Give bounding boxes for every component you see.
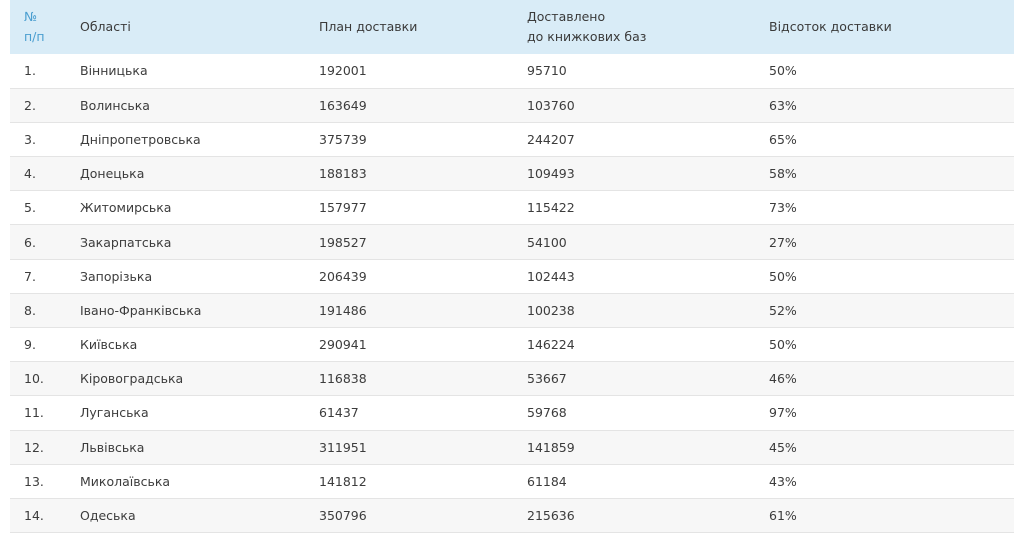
cell-region: Київська <box>80 337 138 353</box>
column-header-number: № п/п <box>10 0 68 54</box>
table-row: 8. Івано-Франківська 191486 100238 52% <box>10 293 1014 328</box>
cell-number: 8. <box>24 302 36 318</box>
cell-percent: 43% <box>769 473 797 489</box>
table-row: 2. Волинська 163649 103760 63% <box>10 88 1014 123</box>
cell-delivered: 103760 <box>527 97 575 113</box>
cell-number: 2. <box>24 97 36 113</box>
cell-region: Одеська <box>80 508 136 524</box>
cell-region: Кіровоградська <box>80 371 184 387</box>
column-header-delivered: Доставлено до книжкових баз <box>515 0 757 54</box>
table-row: 13. Миколаївська 141812 61184 43% <box>10 464 1014 499</box>
cell-percent: 63% <box>769 97 797 113</box>
cell-plan: 191486 <box>319 302 367 318</box>
cell-delivered: 141859 <box>527 439 575 455</box>
cell-percent: 27% <box>769 234 797 250</box>
table-row: 11. Луганська 61437 59768 97% <box>10 395 1014 431</box>
cell-region: Закарпатська <box>80 234 172 250</box>
cell-percent: 61% <box>769 508 797 524</box>
cell-plan: 290941 <box>319 337 367 353</box>
cell-plan: 163649 <box>319 97 367 113</box>
table-row: 5. Житомирська 157977 115422 73% <box>10 190 1014 225</box>
column-header-region: Області <box>80 19 131 34</box>
cell-percent: 58% <box>769 166 797 182</box>
cell-percent: 46% <box>769 371 797 387</box>
cell-delivered: 109493 <box>527 166 575 182</box>
cell-plan: 61437 <box>319 405 359 421</box>
cell-plan: 198527 <box>319 234 367 250</box>
cell-plan: 192001 <box>319 63 367 79</box>
table-body: 1. Вінницька 192001 95710 50% 2. Волинська 1636… <box>10 54 1014 533</box>
column-header-delivered-line1: Доставлено <box>527 9 606 24</box>
cell-delivered: 100238 <box>527 302 575 318</box>
cell-delivered: 59768 <box>527 405 567 421</box>
cell-plan: 206439 <box>319 268 367 284</box>
table-row: 3. Дніпропетровська 375739 244207 65% <box>10 122 1014 157</box>
column-header-number-line1: № <box>24 9 38 24</box>
cell-number: 5. <box>24 200 36 216</box>
cell-number: 1. <box>24 63 36 79</box>
column-header-delivered-line2: до книжкових баз <box>527 29 647 44</box>
table-row: 6. Закарпатська 198527 54100 27% <box>10 224 1014 260</box>
cell-delivered: 146224 <box>527 337 575 353</box>
cell-number: 7. <box>24 268 36 284</box>
cell-number: 9. <box>24 337 36 353</box>
cell-plan: 350796 <box>319 508 367 524</box>
cell-number: 10. <box>24 371 44 387</box>
table-row: 10. Кіровоградська 116838 53667 46% <box>10 361 1014 396</box>
cell-region: Луганська <box>80 405 149 421</box>
cell-region: Волинська <box>80 97 150 113</box>
cell-number: 12. <box>24 439 44 455</box>
column-header-percent: Відсоток доставки <box>769 19 892 34</box>
column-header-plan: План доставки <box>319 19 418 34</box>
table-row: 14. Одеська 350796 215636 61% <box>10 498 1014 533</box>
table-row: 12. Львівська 311951 141859 45% <box>10 430 1014 465</box>
cell-delivered: 54100 <box>527 234 567 250</box>
cell-number: 11. <box>24 405 44 421</box>
cell-delivered: 215636 <box>527 508 575 524</box>
cell-delivered: 61184 <box>527 473 567 489</box>
column-header-number-line2: п/п <box>24 29 45 44</box>
cell-number: 14. <box>24 508 44 524</box>
cell-delivered: 115422 <box>527 200 575 216</box>
cell-delivered: 53667 <box>527 371 567 387</box>
cell-region: Миколаївська <box>80 473 171 489</box>
cell-percent: 50% <box>769 268 797 284</box>
table-row: 1. Вінницька 192001 95710 50% <box>10 54 1014 89</box>
cell-region: Житомирська <box>80 200 172 216</box>
cell-percent: 50% <box>769 63 797 79</box>
cell-percent: 97% <box>769 405 797 421</box>
cell-percent: 52% <box>769 302 797 318</box>
cell-number: 13. <box>24 473 44 489</box>
table-header: № п/п Області План доставки Доставлено д… <box>10 0 1014 54</box>
cell-plan: 311951 <box>319 439 367 455</box>
table-row: 4. Донецька 188183 109493 58% <box>10 156 1014 191</box>
cell-plan: 141812 <box>319 473 367 489</box>
cell-plan: 116838 <box>319 371 367 387</box>
table-row: 9. Київська 290941 146224 50% <box>10 327 1014 362</box>
cell-delivered: 102443 <box>527 268 575 284</box>
table-row: 7. Запорізька 206439 102443 50% <box>10 259 1014 294</box>
cell-delivered: 244207 <box>527 131 575 147</box>
cell-region: Донецька <box>80 166 145 182</box>
cell-percent: 45% <box>769 439 797 455</box>
cell-delivered: 95710 <box>527 63 567 79</box>
cell-percent: 50% <box>769 337 797 353</box>
cell-region: Запорізька <box>80 268 153 284</box>
cell-region: Дніпропетровська <box>80 131 201 147</box>
delivery-table: № п/п Області План доставки Доставлено д… <box>10 0 1014 533</box>
cell-region: Івано-Франківська <box>80 302 202 318</box>
cell-region: Вінницька <box>80 63 148 79</box>
cell-plan: 157977 <box>319 200 367 216</box>
cell-number: 6. <box>24 234 36 250</box>
delivery-table-container: № п/п Області План доставки Доставлено д… <box>10 0 1014 533</box>
cell-number: 3. <box>24 131 36 147</box>
header-row: № п/п Області План доставки Доставлено д… <box>10 0 1014 54</box>
cell-plan: 188183 <box>319 166 367 182</box>
cell-percent: 65% <box>769 131 797 147</box>
cell-region: Львівська <box>80 439 145 455</box>
cell-percent: 73% <box>769 200 797 216</box>
cell-number: 4. <box>24 166 36 182</box>
cell-plan: 375739 <box>319 131 367 147</box>
